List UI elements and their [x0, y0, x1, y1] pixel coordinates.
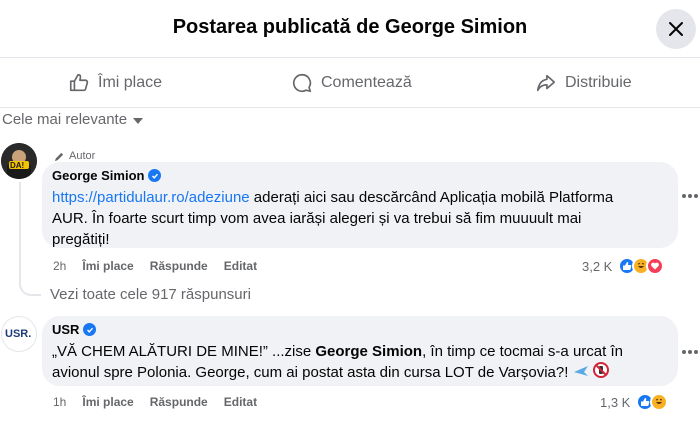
pencil-icon — [54, 152, 64, 161]
verified-badge-icon — [148, 169, 162, 182]
like-label: Îmi place — [98, 74, 163, 91]
haha-reaction-icon — [650, 393, 669, 411]
comment-time[interactable]: 1h — [53, 395, 66, 409]
share-label: Distribuie — [565, 74, 632, 91]
comment-text-line2: avionul spre Polonia. George, cum ai pos… — [52, 364, 573, 381]
comment-like-button[interactable]: Îmi place — [82, 259, 133, 273]
more-options-icon[interactable] — [682, 194, 698, 198]
verified-badge-icon — [83, 323, 97, 336]
comment-label: Comentează — [321, 74, 412, 91]
comment-reply-button[interactable]: Răspunde — [150, 259, 208, 273]
comment-reactions[interactable]: 3,2 K — [582, 257, 665, 275]
comment-reactions[interactable]: 1,3 K — [600, 393, 669, 411]
comment-text-line3: pregătiți! — [52, 231, 110, 248]
airplane-emoji-icon — [573, 363, 589, 384]
comment-reply-button[interactable]: Răspunde — [150, 395, 208, 409]
comment-text: https://partidulaur.ro/adeziune aderați … — [52, 187, 668, 250]
comment-author-name[interactable]: George Simion — [52, 168, 144, 183]
dialog-header: Postarea publicată de George Simion — [0, 0, 700, 58]
no-phones-emoji-icon — [592, 362, 609, 384]
comment-text-line2: AUR. În foarte scurt timp vom avea iarăș… — [52, 210, 582, 227]
avatar-text: DA! — [10, 161, 25, 170]
sort-label: Cele mai relevante — [2, 111, 128, 128]
comment-link[interactable]: https://partidulaur.ro/adeziune — [52, 189, 250, 206]
comment-sort-dropdown[interactable]: Cele mai relevante — [2, 111, 144, 128]
comment-button[interactable]: Comentează — [291, 70, 412, 96]
comment-text-line1: aderați aici sau descărcând Aplicația mo… — [249, 189, 614, 206]
avatar-usr[interactable]: USR. — [1, 316, 37, 352]
comment-bubble: USR „VĂ CHEM ALĂTURI DE MINE!” ...zise G… — [42, 316, 678, 386]
view-replies-link[interactable]: Vezi toate cele 917 răspunsuri — [50, 286, 251, 303]
avatar-george-simion[interactable]: DA! — [1, 143, 37, 179]
thread-line — [19, 182, 21, 284]
love-reaction-icon — [646, 257, 665, 275]
share-button[interactable]: Distribuie — [535, 70, 632, 96]
reaction-count: 1,3 K — [600, 394, 631, 410]
thread-connector — [19, 274, 41, 296]
comment-like-button[interactable]: Îmi place — [82, 395, 133, 409]
caret-down-icon — [133, 117, 144, 124]
post-action-bar: Îmi place Comentează Distribuie — [0, 58, 700, 108]
comment-text-line1-end: , în timp ce tocmai s-a urcat în — [422, 343, 623, 360]
comment-icon — [292, 73, 312, 93]
share-icon — [536, 74, 556, 92]
reaction-count: 3,2 K — [582, 258, 613, 274]
comment-meta: 2h Îmi place Răspunde Editat — [53, 259, 257, 273]
close-icon — [669, 22, 683, 36]
comment-bubble: George Simion https://partidulaur.ro/ade… — [42, 162, 678, 248]
thumbs-up-icon — [69, 73, 89, 92]
comment-edited-label[interactable]: Editat — [224, 395, 257, 409]
comment-meta: 1h Îmi place Răspunde Editat — [53, 395, 257, 409]
author-badge: Autor — [54, 150, 95, 162]
dialog-title: Postarea publicată de George Simion — [172, 16, 528, 38]
close-button[interactable] — [656, 9, 696, 49]
avatar-text: USR. — [5, 328, 32, 340]
more-options-icon[interactable] — [682, 350, 698, 354]
comment-text-line1-start: „VĂ CHEM ALĂTURI DE MINE!” ...zise — [52, 343, 316, 360]
mention-george-simion[interactable]: George Simion — [315, 343, 422, 360]
author-badge-label: Autor — [69, 150, 96, 162]
comment-text: „VĂ CHEM ALĂTURI DE MINE!” ...zise Georg… — [52, 341, 668, 384]
comment-time[interactable]: 2h — [53, 259, 66, 273]
like-button[interactable]: Îmi place — [68, 70, 162, 96]
comment-author-name[interactable]: USR — [52, 322, 79, 337]
comment-edited-label[interactable]: Editat — [224, 259, 257, 273]
